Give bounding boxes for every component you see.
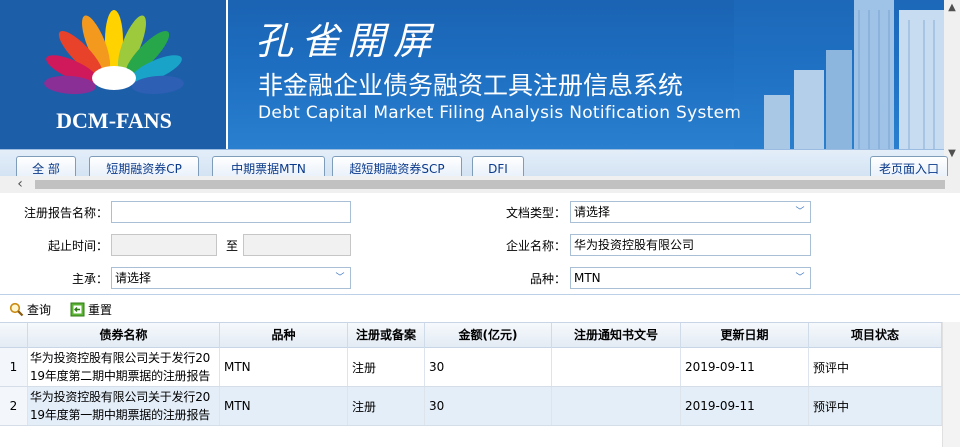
col-row-number: [0, 323, 28, 348]
bond-name-line: 19年度第一期中期票据的注册报告: [30, 408, 211, 422]
row-number: 2: [0, 387, 28, 425]
col-reg-type[interactable]: 注册或备案: [348, 323, 425, 348]
scroll-up-icon[interactable]: ▲: [944, 0, 960, 16]
col-notice-no[interactable]: 注册通知书文号: [552, 323, 681, 348]
bond-name-line: 19年度第二期中期票据的注册报告: [30, 369, 211, 383]
scrollbar-thumb[interactable]: [35, 180, 945, 189]
search-icon: [9, 302, 24, 317]
doc-type-select[interactable]: 请选择 ﹀: [570, 201, 811, 223]
reset-icon: [70, 302, 85, 317]
bond-name-line: 华为投资控股有限公司关于发行20: [30, 351, 211, 365]
variety-cell: MTN: [220, 387, 348, 425]
date-to-label: 至: [225, 239, 238, 253]
tab-old-page[interactable]: 老页面入口: [870, 156, 948, 178]
report-name-label: 注册报告名称：: [23, 206, 108, 220]
company-name-label: 企业名称：: [505, 239, 566, 253]
row-number: 1: [0, 348, 28, 386]
city-skyline-image: [734, 0, 944, 149]
logo-text: DCM-FANS: [56, 108, 172, 133]
variety-cell: MTN: [220, 348, 348, 386]
bond-name-line: 华为投资控股有限公司关于发行20: [30, 390, 211, 404]
chevron-down-icon[interactable]: ﹀: [792, 270, 808, 286]
bond-name-cell[interactable]: 华为投资控股有限公司关于发行20 19年度第一期中期票据的注册报告: [28, 387, 220, 425]
search-form: 注册报告名称： 起止时间： 至 主承： 请选择 ﹀ 文档类型： 请选择 ﹀ 企业…: [0, 193, 960, 294]
dcm-fans-logo: DCM-FANS: [0, 0, 228, 149]
table-vertical-scrollbar[interactable]: [942, 322, 960, 447]
results-table: 债券名称 品种 注册或备案 金额(亿元) 注册通知书文号 更新日期 项目状态 1…: [0, 322, 960, 447]
col-bond-name[interactable]: 债券名称: [28, 323, 220, 348]
chevron-down-icon[interactable]: ﹀: [792, 204, 808, 220]
notice-no-cell: [552, 348, 681, 386]
reg-type-cell: 注册: [348, 387, 425, 425]
tab-all[interactable]: 全 部: [16, 156, 76, 178]
chevron-down-icon[interactable]: ﹀: [332, 270, 348, 286]
table-row[interactable]: 1 华为投资控股有限公司关于发行20 19年度第二期中期票据的注册报告 MTN …: [0, 348, 942, 387]
report-name-input[interactable]: [111, 201, 351, 223]
update-date-cell: 2019-09-11: [681, 387, 809, 425]
tab-mtn[interactable]: 中期票据MTN: [212, 156, 325, 178]
search-button[interactable]: 查询: [9, 301, 51, 319]
start-date-input[interactable]: [111, 234, 217, 256]
site-banner: DCM-FANS 孔雀開屏 非金融企业债务融资工具注册信息系统 Debt Cap…: [0, 0, 944, 149]
lead-underwriter-label: 主承：: [71, 272, 108, 286]
col-status[interactable]: 项目状态: [809, 323, 942, 348]
status-cell: 预评中: [809, 387, 942, 425]
reset-button-label: 重置: [88, 303, 113, 317]
horizontal-scrollbar[interactable]: ‹: [0, 176, 960, 193]
variety-select[interactable]: MTN ﹀: [570, 267, 811, 289]
banner-title-en: Debt Capital Market Filing Analysis Noti…: [258, 103, 742, 123]
notice-no-cell: [552, 387, 681, 425]
tab-dfi[interactable]: DFI: [472, 156, 524, 178]
table-row[interactable]: 2 华为投资控股有限公司关于发行20 19年度第一期中期票据的注册报告 MTN …: [0, 387, 942, 426]
date-range-label: 起止时间：: [47, 239, 108, 253]
end-date-input[interactable]: [243, 234, 351, 256]
scroll-left-icon[interactable]: ‹: [12, 176, 28, 193]
status-cell: 预评中: [809, 348, 942, 386]
doc-type-value: 请选择: [574, 205, 611, 219]
amount-cell: 30: [425, 387, 552, 425]
lead-underwriter-select[interactable]: 请选择 ﹀: [111, 267, 351, 289]
page-vertical-scrollbar[interactable]: ▲ ▼: [944, 0, 960, 176]
col-amount[interactable]: 金额(亿元): [425, 323, 552, 348]
banner-calligraphy: 孔雀開屏: [255, 19, 440, 63]
amount-cell: 30: [425, 348, 552, 386]
table-header: 债券名称 品种 注册或备案 金额(亿元) 注册通知书文号 更新日期 项目状态: [0, 322, 942, 348]
action-toolbar: 查询 重置: [0, 294, 960, 322]
col-update-date[interactable]: 更新日期: [681, 323, 809, 348]
variety-label: 品种：: [529, 272, 566, 286]
peacock-icon: [44, 10, 184, 95]
variety-value: MTN: [574, 271, 601, 285]
banner-title-cn: 非金融企业债务融资工具注册信息系统: [258, 71, 684, 100]
reset-button[interactable]: 重置: [70, 301, 112, 319]
update-date-cell: 2019-09-11: [681, 348, 809, 386]
col-variety[interactable]: 品种: [220, 323, 348, 348]
category-tabs: 全 部 短期融资券CP 中期票据MTN 超短期融资券SCP DFI 老页面入口: [0, 149, 948, 178]
tab-scp[interactable]: 超短期融资券SCP: [332, 156, 462, 178]
company-name-input[interactable]: 华为投资控股有限公司: [570, 234, 811, 256]
search-button-label: 查询: [27, 303, 52, 317]
lead-underwriter-value: 请选择: [115, 271, 152, 285]
bond-name-cell[interactable]: 华为投资控股有限公司关于发行20 19年度第二期中期票据的注册报告: [28, 348, 220, 386]
doc-type-label: 文档类型：: [505, 206, 566, 220]
tab-cp[interactable]: 短期融资券CP: [89, 156, 199, 178]
reg-type-cell: 注册: [348, 348, 425, 386]
